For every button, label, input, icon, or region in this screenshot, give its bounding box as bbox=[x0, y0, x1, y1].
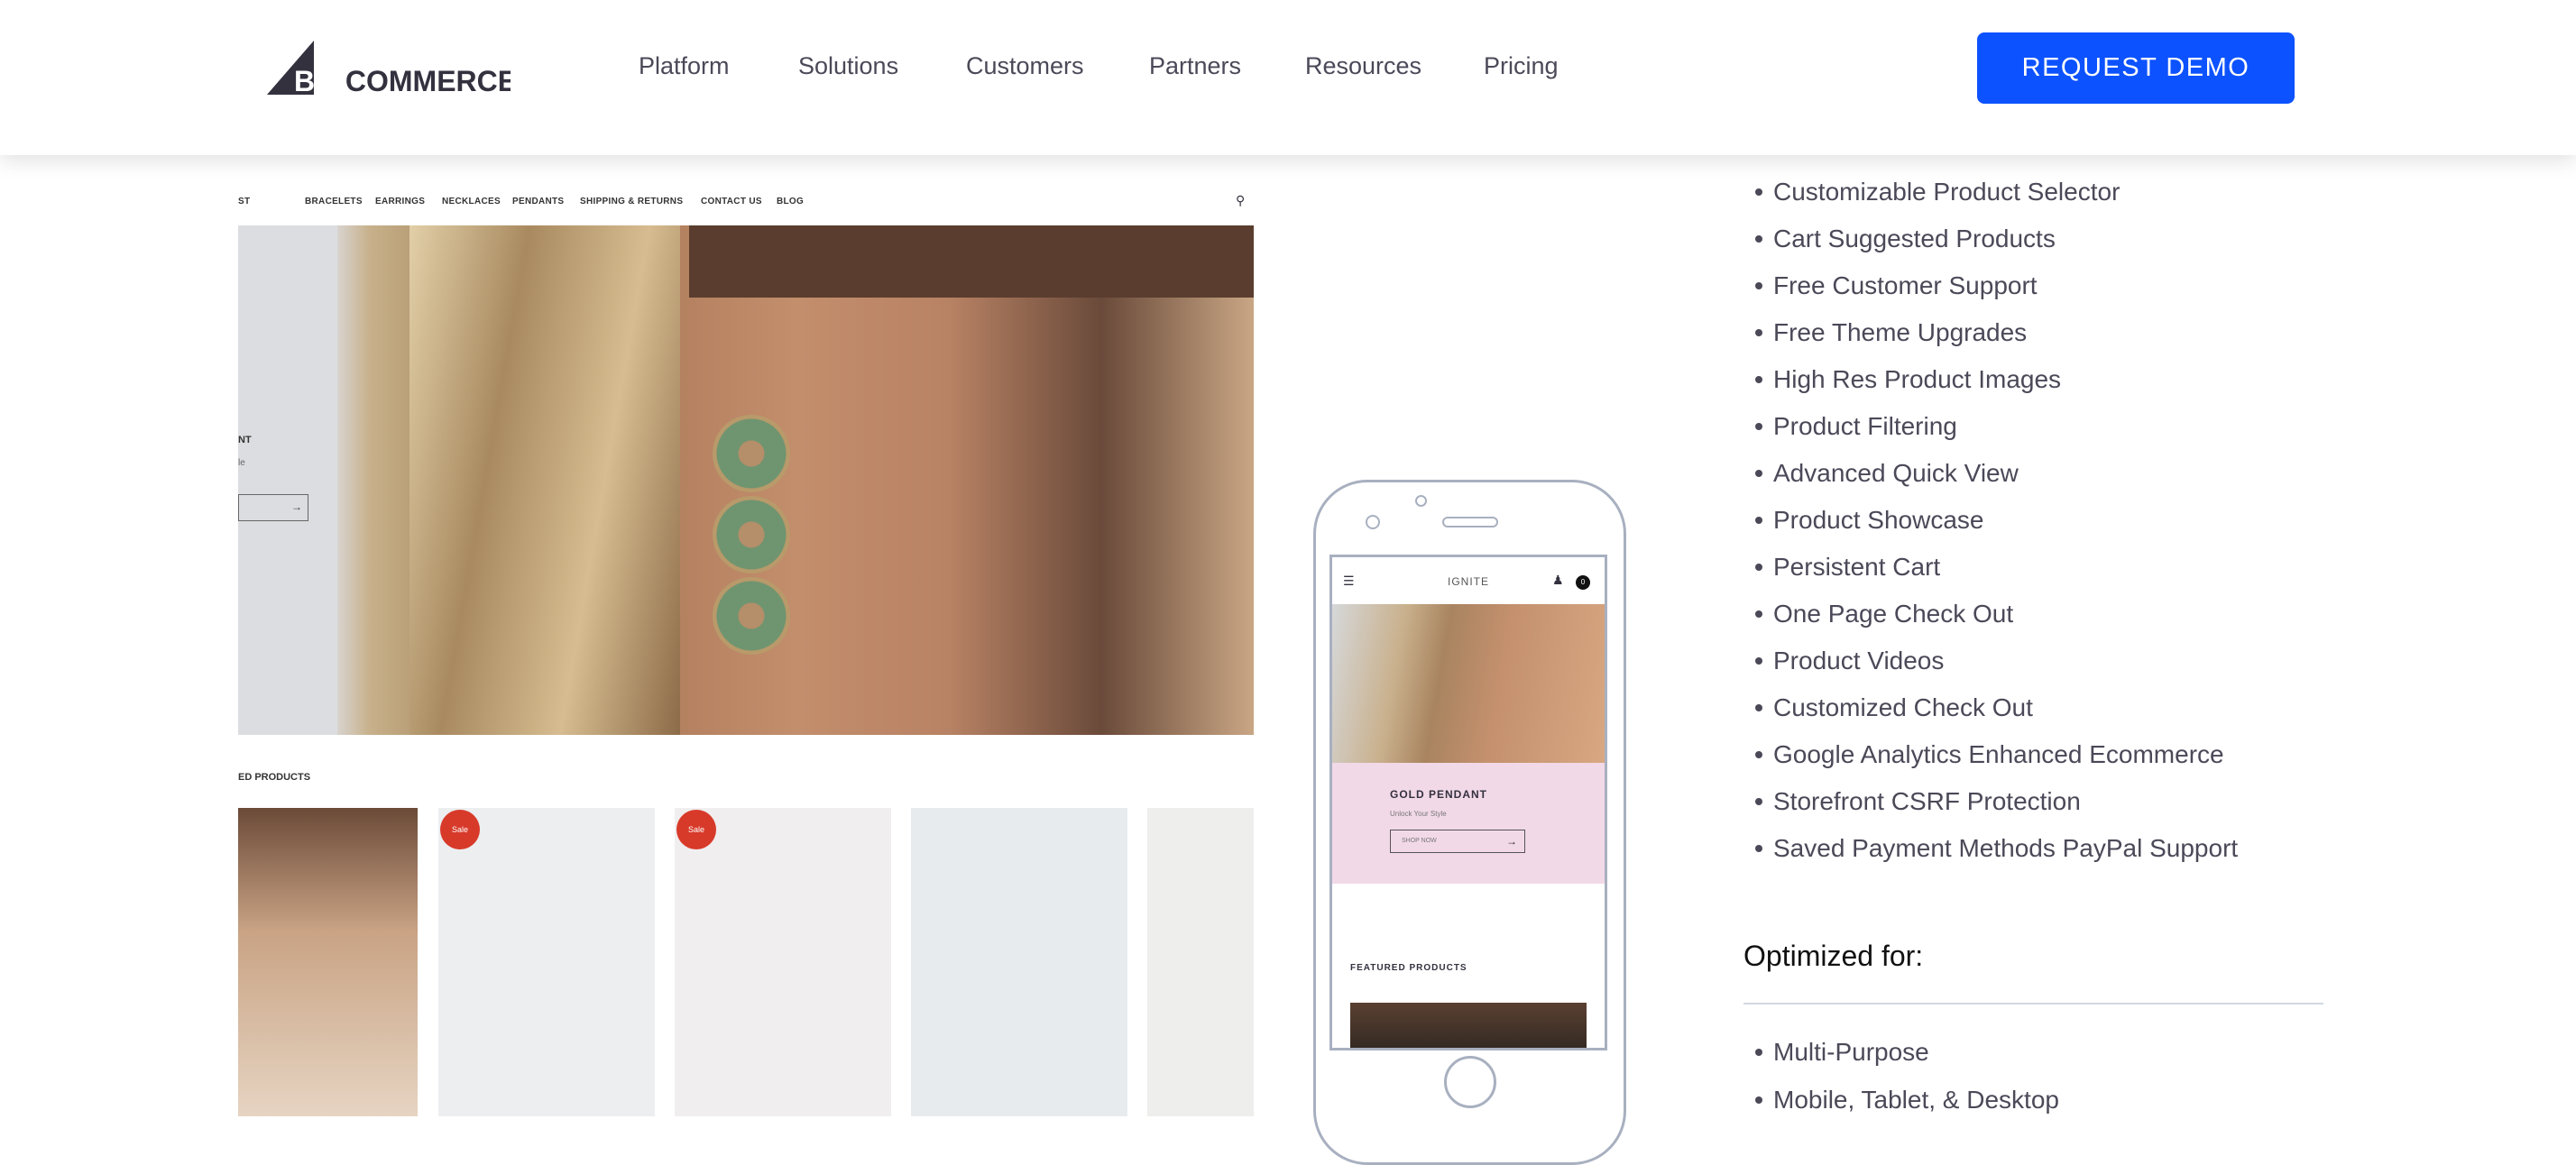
feature-item: Customizable Product Selector bbox=[1755, 177, 2120, 207]
feature-item: Storefront CSRF Protection bbox=[1755, 786, 2081, 817]
product-card[interactable] bbox=[1147, 808, 1254, 1116]
nav-pricing[interactable]: Pricing bbox=[1484, 52, 1559, 80]
mock-nav-item: BRACELETS bbox=[305, 197, 363, 206]
sale-badge: Sale bbox=[676, 810, 716, 849]
bullet-icon bbox=[1755, 376, 1762, 383]
product-card[interactable] bbox=[911, 808, 1127, 1116]
bullet-icon bbox=[1755, 657, 1762, 665]
nav-resources[interactable]: Resources bbox=[1305, 52, 1421, 80]
bullet-icon bbox=[1755, 517, 1762, 524]
bullet-icon bbox=[1755, 610, 1762, 618]
feature-item: Product Showcase bbox=[1755, 505, 1983, 536]
phone-speaker-icon bbox=[1442, 517, 1498, 527]
hero-title: NT bbox=[238, 435, 252, 445]
product-card[interactable]: Sale bbox=[438, 808, 655, 1116]
site-header: BIGCOMMERCE Platform Solutions Customers… bbox=[0, 0, 2576, 155]
nav-partners[interactable]: Partners bbox=[1149, 52, 1241, 80]
nav-platform[interactable]: Platform bbox=[639, 52, 730, 80]
mobile-product-image bbox=[1350, 1003, 1587, 1048]
mock-nav-item: PENDANTS bbox=[512, 197, 565, 206]
feature-item: One Page Check Out bbox=[1755, 599, 2013, 629]
mobile-brand: IGNITE bbox=[1448, 575, 1490, 588]
divider bbox=[1743, 1003, 2323, 1004]
feature-item: Customized Check Out bbox=[1755, 693, 2033, 723]
phone-camera-icon bbox=[1415, 495, 1427, 507]
feature-item: Saved Payment Methods PayPal Support bbox=[1755, 833, 2238, 864]
bullet-icon bbox=[1755, 470, 1762, 477]
logo-triangle-icon: BIGCOMMERCE bbox=[267, 41, 517, 97]
optimized-item: Mobile, Tablet, & Desktop bbox=[1755, 1085, 2059, 1115]
optimized-heading: Optimized for: bbox=[1743, 940, 1924, 972]
earring-image bbox=[713, 415, 790, 492]
nav-customers[interactable]: Customers bbox=[966, 52, 1084, 80]
feature-item: Free Theme Upgrades bbox=[1755, 317, 2027, 348]
feature-item: High Res Product Images bbox=[1755, 364, 2061, 395]
bullet-icon bbox=[1755, 188, 1762, 196]
svg-text:BIGCOMMERCE: BIGCOMMERCE bbox=[294, 65, 511, 96]
hero-image: NT le → bbox=[238, 225, 1254, 735]
mobile-hero-image bbox=[1332, 604, 1605, 763]
bigcommerce-logo[interactable]: BIGCOMMERCE bbox=[267, 41, 517, 97]
bullet-icon bbox=[1755, 282, 1762, 289]
feature-item: Product Filtering bbox=[1755, 411, 1957, 442]
sale-badge: Sale bbox=[440, 810, 480, 849]
product-card[interactable] bbox=[238, 808, 418, 1116]
mobile-hero-subtitle: Unlock Your Style bbox=[1390, 810, 1447, 818]
mock-nav-item: EARRINGS bbox=[375, 197, 426, 206]
mock-nav-item: CONTACT US bbox=[701, 197, 762, 206]
menu-icon: ☰ bbox=[1343, 573, 1355, 588]
bullet-icon bbox=[1755, 845, 1762, 852]
feature-item: Persistent Cart bbox=[1755, 552, 1940, 582]
mobile-hero-banner: GOLD PENDANT Unlock Your Style SHOP NOW → bbox=[1332, 763, 1605, 884]
feature-item: Free Customer Support bbox=[1755, 271, 2038, 301]
bullet-icon bbox=[1755, 423, 1762, 430]
phone-screen: ☰ IGNITE ♟ 0 GOLD PENDANT Unlock Your St… bbox=[1329, 555, 1607, 1050]
bullet-icon bbox=[1755, 564, 1762, 571]
feature-item: Google Analytics Enhanced Ecommerce bbox=[1755, 739, 2224, 770]
hero-shop-button[interactable]: → bbox=[238, 494, 308, 521]
cart-icon: 0 bbox=[1576, 575, 1590, 590]
product-card[interactable]: Sale bbox=[675, 808, 891, 1116]
hero-subtitle: le bbox=[238, 458, 245, 468]
account-icon: ♟ bbox=[1552, 573, 1564, 587]
bullet-icon bbox=[1755, 235, 1762, 243]
mock-search-icon: ⚲ bbox=[1236, 193, 1246, 207]
bullet-icon bbox=[1755, 798, 1762, 805]
bullet-icon bbox=[1755, 751, 1762, 758]
mock-nav-item: NECKLACES bbox=[442, 197, 501, 206]
mock-nav-item: BLOG bbox=[777, 197, 805, 206]
bullet-icon bbox=[1755, 704, 1762, 711]
mobile-hero-title: GOLD PENDANT bbox=[1390, 788, 1487, 801]
mock-nav-item: ST bbox=[238, 197, 251, 206]
feature-item: Product Videos bbox=[1755, 646, 1944, 676]
bullet-icon bbox=[1755, 329, 1762, 336]
mobile-featured-heading: FEATURED PRODUCTS bbox=[1350, 963, 1467, 973]
featured-products-heading: ED PRODUCTS bbox=[238, 772, 311, 783]
phone-home-button-icon bbox=[1444, 1056, 1496, 1108]
feature-item: Cart Suggested Products bbox=[1755, 224, 2056, 254]
mock-nav-item: SHIPPING & RETURNS bbox=[580, 197, 684, 206]
nav-solutions[interactable]: Solutions bbox=[798, 52, 898, 80]
request-demo-button[interactable]: REQUEST DEMO bbox=[1977, 32, 2295, 104]
optimized-item: Multi-Purpose bbox=[1755, 1037, 1929, 1068]
mobile-shop-now-button[interactable]: SHOP NOW → bbox=[1390, 830, 1525, 853]
feature-item: Advanced Quick View bbox=[1755, 458, 2019, 489]
